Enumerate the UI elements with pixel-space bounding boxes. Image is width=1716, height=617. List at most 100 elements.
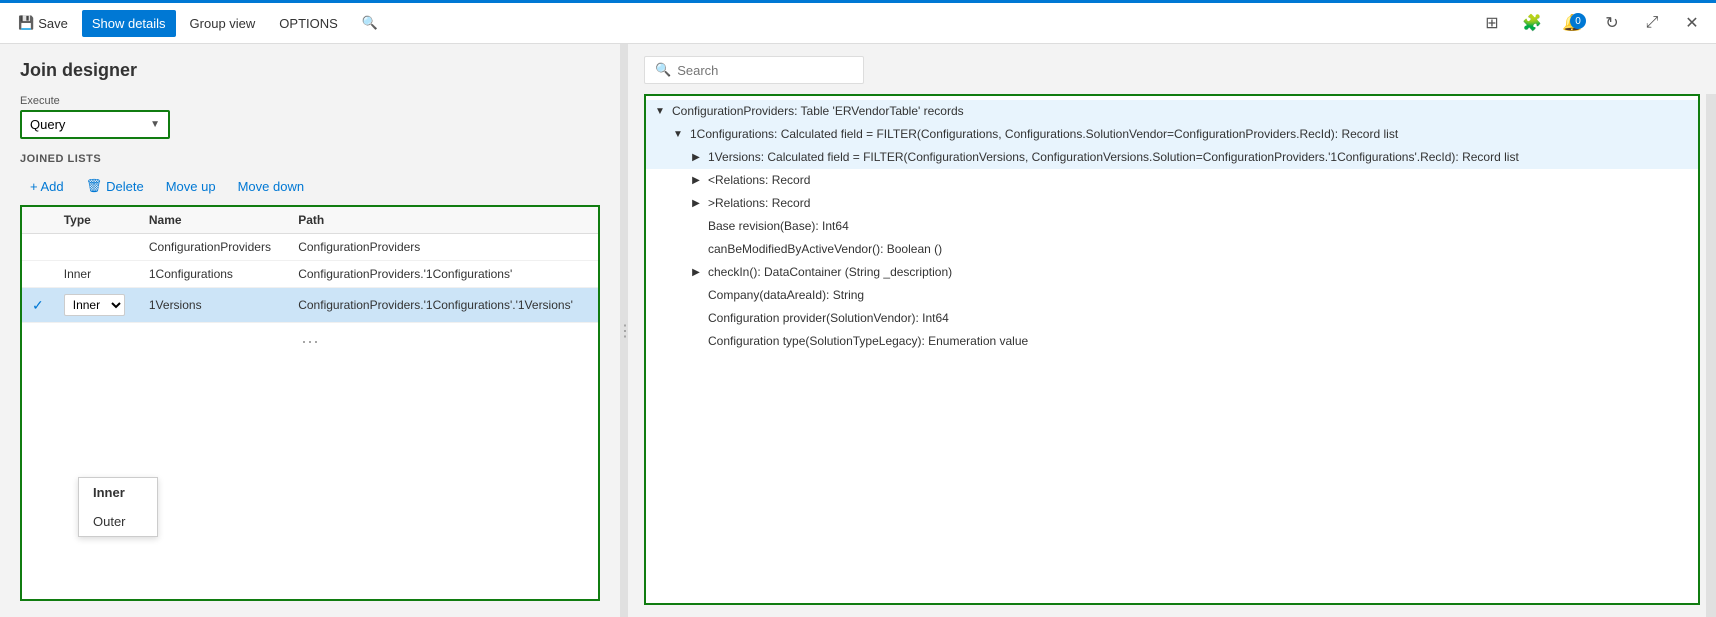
tree-item-text: Configuration provider(SolutionVendor): … (708, 310, 1692, 327)
row-path-1: ConfigurationProviders.'1Configurations' (288, 261, 598, 288)
tree-toggle-icon[interactable]: ▶ (688, 265, 704, 281)
row-check-2: ✓ (22, 288, 54, 323)
dropdown-item-inner[interactable]: Inner (79, 478, 157, 507)
tree-toggle-icon[interactable]: ▶ (688, 173, 704, 189)
tree-toggle-icon[interactable]: ▼ (670, 127, 686, 143)
delete-button[interactable]: 🗑 Delete (76, 173, 154, 199)
row-path-2: ConfigurationProviders.'1Configurations'… (288, 288, 598, 323)
scrollbar[interactable] (1706, 94, 1716, 617)
tree-item[interactable]: ▶ Configuration type(SolutionTypeLegacy)… (646, 330, 1698, 353)
open-new-button[interactable]: ⤢ (1636, 7, 1668, 39)
tree-item-text: Company(dataAreaId): String (708, 287, 1692, 304)
row-path-0: ConfigurationProviders (288, 234, 598, 261)
search-bar: 🔍 (644, 56, 864, 84)
tree-toggle-icon[interactable]: ▶ (688, 196, 704, 212)
joined-lists-label: JOINED LISTS (20, 153, 600, 165)
notification-badge-wrap: 🔔 0 (1556, 7, 1588, 39)
tree-item[interactable]: ▶ checkIn(): DataContainer (String _desc… (646, 261, 1698, 284)
table-ellipsis: ··· (22, 323, 598, 360)
tree-item[interactable]: ▶ >Relations: Record (646, 192, 1698, 215)
move-down-button[interactable]: Move down (228, 174, 314, 199)
table-row[interactable]: ConfigurationProviders ConfigurationProv… (22, 234, 598, 261)
search-icon: 🔍 (655, 62, 671, 78)
row-type-2: Inner Outer (54, 288, 139, 323)
delete-icon: 🗑 (86, 178, 103, 194)
type-dropdown: Inner Outer (64, 294, 129, 316)
execute-dropdown-wrap: Query In memory ▼ (20, 110, 170, 139)
tree-item-text: <Relations: Record (708, 172, 1692, 189)
row-check-0 (22, 234, 54, 261)
data-table: Type Name Path ConfigurationProviders Co… (22, 207, 598, 323)
left-panel: Join designer Execute Query In memory ▼ … (0, 44, 620, 617)
panel-splitter[interactable]: ⋮ (620, 44, 628, 617)
tree-item[interactable]: ▶ canBeModifiedByActiveVendor(): Boolean… (646, 238, 1698, 261)
row-type-0 (54, 234, 139, 261)
col-name: Name (139, 207, 288, 234)
tree-item-text: 1Versions: Calculated field = FILTER(Con… (708, 149, 1692, 166)
row-name-0: ConfigurationProviders (139, 234, 288, 261)
save-button[interactable]: 💾 Save (8, 9, 78, 37)
table-row-selected[interactable]: ✓ Inner Outer 1Versions (22, 288, 598, 323)
col-check (22, 207, 54, 234)
tree-item-text: Base revision(Base): Int64 (708, 218, 1692, 235)
close-button[interactable]: ✕ (1676, 7, 1708, 39)
tree-item-text: ConfigurationProviders: Table 'ERVendorT… (672, 103, 1692, 120)
col-type: Type (54, 207, 139, 234)
right-panel: 🔍 ▼ ConfigurationProviders: Table 'ERVen… (628, 44, 1716, 617)
options-label: OPTIONS (279, 16, 338, 31)
save-label: Save (38, 16, 68, 31)
move-up-button[interactable]: Move up (156, 174, 226, 199)
tree-toggle-icon[interactable]: ▶ (688, 150, 704, 166)
show-details-label: Show details (92, 16, 166, 31)
dropdown-item-outer[interactable]: Outer (79, 507, 157, 536)
row-type-1: Inner (54, 261, 139, 288)
options-button[interactable]: OPTIONS (269, 10, 348, 37)
execute-section: Execute Query In memory ▼ (20, 95, 600, 139)
tree-item[interactable]: ▼ ConfigurationProviders: Table 'ERVendo… (646, 100, 1698, 123)
tree-item-text: Configuration type(SolutionTypeLegacy): … (708, 333, 1692, 350)
check-mark-icon: ✓ (32, 297, 44, 313)
group-view-label: Group view (190, 16, 256, 31)
toolbar-right: ⊞ 🧩 🔔 0 ↻ ⤢ ✕ (1476, 7, 1708, 39)
tree-toggle-icon[interactable]: ▼ (652, 104, 668, 120)
tree-item[interactable]: ▶ Company(dataAreaId): String (646, 284, 1698, 307)
tree-item[interactable]: ▼ 1Configurations: Calculated field = FI… (646, 123, 1698, 146)
panels: Join designer Execute Query In memory ▼ … (0, 44, 1716, 617)
tree-item-text: checkIn(): DataContainer (String _descri… (708, 264, 1692, 281)
search-input[interactable] (677, 63, 853, 78)
joined-lists-table: Type Name Path ConfigurationProviders Co… (20, 205, 600, 601)
tree-item[interactable]: ▶ Base revision(Base): Int64 (646, 215, 1698, 238)
table-header: Type Name Path (22, 207, 598, 234)
page-title: Join designer (20, 60, 600, 81)
save-icon: 💾 (18, 15, 34, 31)
execute-label: Execute (20, 95, 600, 107)
toolbar-search-icon: 🔍 (362, 15, 378, 31)
notification-count: 0 (1570, 13, 1586, 29)
row-check-1 (22, 261, 54, 288)
tree-item[interactable]: ▶ 1Versions: Calculated field = FILTER(C… (646, 146, 1698, 169)
action-bar: + Add 🗑 Delete Move up Move down (20, 173, 600, 199)
execute-select[interactable]: Query In memory (22, 112, 142, 137)
tree-item[interactable]: ▶ Configuration provider(SolutionVendor)… (646, 307, 1698, 330)
tree-item-text: canBeModifiedByActiveVendor(): Boolean (… (708, 241, 1692, 258)
toolbar-search-button[interactable]: 🔍 (352, 9, 388, 37)
group-view-button[interactable]: Group view (180, 10, 266, 37)
refresh-button[interactable]: ↻ (1596, 7, 1628, 39)
show-details-button[interactable]: Show details (82, 10, 176, 37)
main-content: Join designer Execute Query In memory ▼ … (0, 44, 1716, 617)
type-dropdown-menu: Inner Outer (78, 477, 158, 537)
execute-chevron-icon: ▼ (142, 119, 168, 130)
add-button[interactable]: + Add (20, 174, 74, 199)
type-select[interactable]: Inner Outer (64, 294, 125, 316)
grid-icon-button[interactable]: ⊞ (1476, 7, 1508, 39)
row-name-1: 1Configurations (139, 261, 288, 288)
tree-item-text: 1Configurations: Calculated field = FILT… (690, 126, 1692, 143)
col-path: Path (288, 207, 598, 234)
tree-item[interactable]: ▶ <Relations: Record (646, 169, 1698, 192)
extension-icon-button[interactable]: 🧩 (1516, 7, 1548, 39)
row-name-2: 1Versions (139, 288, 288, 323)
table-row[interactable]: Inner 1Configurations ConfigurationProvi… (22, 261, 598, 288)
tree-container: ▼ ConfigurationProviders: Table 'ERVendo… (644, 94, 1700, 605)
tree-item-text: >Relations: Record (708, 195, 1692, 212)
delete-label: Delete (106, 179, 144, 194)
